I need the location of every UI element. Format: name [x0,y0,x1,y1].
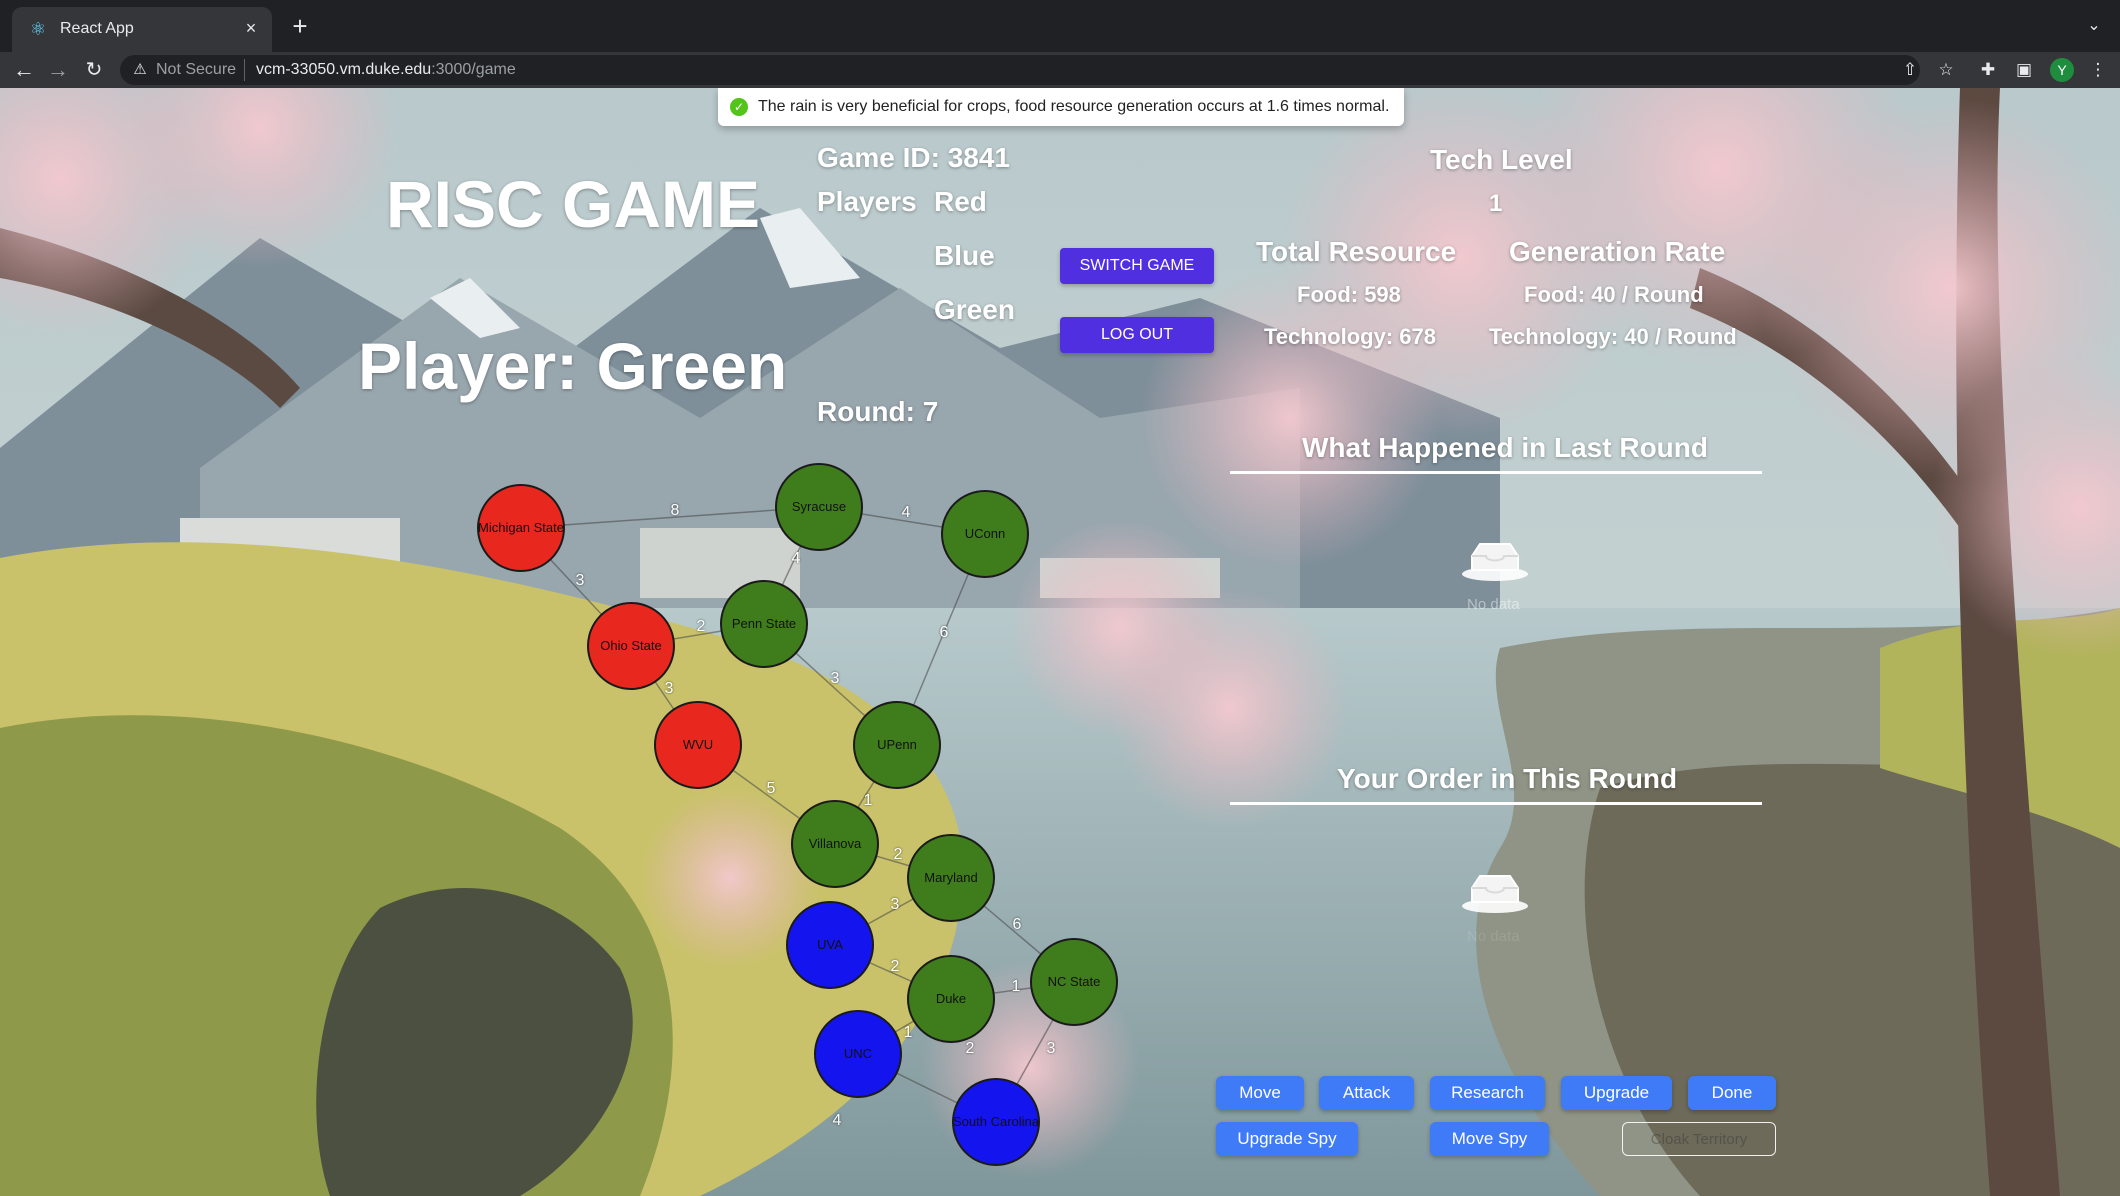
edge-cost-label: 6 [939,624,949,641]
url-path: :3000/game [431,61,516,78]
territory-upenn[interactable]: UPenn [853,701,941,789]
edge-cost-label: 2 [890,958,900,975]
research-button[interactable]: Research [1430,1076,1545,1110]
edge-cost-label: 3 [890,896,900,913]
move-spy-button[interactable]: Move Spy [1430,1122,1549,1156]
attack-button[interactable]: Attack [1319,1076,1414,1110]
side-panel-icon[interactable]: ▣ [2012,58,2036,82]
close-tab-icon[interactable]: × [240,17,262,39]
notification-toast: ✓ The rain is very beneficial for crops,… [718,88,1404,126]
game-page: 8 4 4 3 2 6 3 3 5 1 2 3 6 2 1 1 2 3 4 Michigan State Syracus… [0,88,2120,1196]
order-title: Your Order in This Round [1337,763,1678,794]
player-heading: Player: Green [358,329,788,403]
round-number: Round: 7 [817,396,939,427]
share-icon[interactable]: ⇧ [1898,58,1922,82]
edge-cost-label: 5 [766,780,776,797]
empty-inbox-icon [1462,875,1528,913]
url-separator [244,59,245,81]
last-round-divider [1230,471,1762,474]
territory-ohio-state[interactable]: Ohio State [587,602,675,690]
upgrade-spy-button[interactable]: Upgrade Spy [1216,1122,1358,1156]
order-divider [1230,802,1762,805]
edge-cost-label: 3 [664,680,674,697]
territory-south-carolina[interactable]: South Carolina [952,1078,1040,1166]
player-name-blue: Blue [934,240,995,271]
browser-toolbar: ← → ↻ ⚠ Not Secure vcm-33050.vm.duke.edu… [0,52,2120,88]
last-round-title: What Happened in Last Round [1302,432,1708,463]
player-name-green: Green [934,294,1015,325]
security-label: Not Secure [156,61,237,78]
edge-cost-label: 2 [696,618,706,635]
player-name-red: Red [934,186,987,217]
profile-avatar[interactable]: Y [2050,58,2074,82]
browser-tabbar: ⚛ React App × + ⌄ [0,0,2120,52]
territory-wvu[interactable]: WVU [654,701,742,789]
address-bar[interactable]: ⚠ Not Secure vcm-33050.vm.duke.edu:3000/… [120,55,1920,85]
done-button[interactable]: Done [1688,1076,1776,1110]
food-rate: Food: 40 / Round [1524,282,1704,307]
game-id: Game ID: 3841 [817,142,1010,173]
kebab-menu-icon[interactable]: ⋮ [2086,58,2110,82]
url-text: vcm-33050.vm.duke.edu:3000/game [256,61,516,79]
tech-level-value: 1 [1489,190,1503,217]
edge-cost-label: 8 [670,502,680,519]
edge-cost-label: 1 [1011,978,1021,995]
edge-cost-label: 6 [1012,916,1022,933]
empty-inbox-icon [1462,543,1528,581]
edge-cost-label: 4 [901,504,911,521]
edge-cost-label: 1 [903,1024,913,1041]
technology-rate: Technology: 40 / Round [1489,324,1737,349]
tab-title: React App [60,20,134,37]
orders-empty-text: No data [1467,928,1520,945]
switch-game-button[interactable]: SWITCH GAME [1060,248,1214,284]
upgrade-button[interactable]: Upgrade [1561,1076,1672,1110]
forward-arrow-icon[interactable]: → [44,56,72,84]
warning-triangle-icon: ⚠ [133,61,147,78]
territory-uconn[interactable]: UConn [941,490,1029,578]
total-resource-label: Total Resource [1256,236,1457,267]
reload-icon[interactable]: ↻ [80,56,108,84]
extensions-puzzle-icon[interactable]: ✚ [1976,58,2000,82]
game-title: RISC GAME [386,167,761,241]
edge-cost-label: 2 [893,846,903,863]
territory-duke[interactable]: Duke [907,955,995,1043]
browser-tab[interactable]: ⚛ React App × [12,7,272,52]
territory-uva[interactable]: UVA [786,901,874,989]
chevron-down-icon[interactable]: ⌄ [2082,14,2106,38]
food-total: Food: 598 [1297,282,1401,307]
star-icon[interactable]: ☆ [1934,58,1958,82]
react-icon: ⚛ [29,19,47,39]
edge-cost-label: 2 [965,1040,975,1057]
territory-michigan-state[interactable]: Michigan State [477,484,565,572]
tech-level-label: Tech Level [1430,144,1573,175]
territory-syracuse[interactable]: Syracuse [775,463,863,551]
logout-button[interactable]: LOG OUT [1060,317,1214,353]
players-label: Players [817,186,917,217]
move-button[interactable]: Move [1216,1076,1304,1110]
technology-total: Technology: 678 [1264,324,1436,349]
new-tab-icon[interactable]: + [286,12,314,40]
check-circle-icon: ✓ [730,98,748,116]
url-host: vcm-33050.vm.duke.edu [256,61,432,78]
last-round-empty-text: No data [1467,596,1520,613]
back-arrow-icon[interactable]: ← [10,56,38,84]
edge-cost-label: 4 [791,550,801,567]
edge-cost-label: 3 [830,670,840,687]
territory-nc-state[interactable]: NC State [1030,938,1118,1026]
cloak-territory-button[interactable]: Cloak Territory [1622,1122,1776,1156]
territory-villanova[interactable]: Villanova [791,800,879,888]
generation-rate-label: Generation Rate [1509,236,1726,267]
toast-message: The rain is very beneficial for crops, f… [758,98,1390,115]
edge-cost-label: 3 [1046,1040,1056,1057]
territory-penn-state[interactable]: Penn State [720,580,808,668]
territory-unc[interactable]: UNC [814,1010,902,1098]
edge-cost-label: 4 [832,1112,842,1129]
edge-cost-label: 1 [863,792,873,809]
territory-maryland[interactable]: Maryland [907,834,995,922]
edge-cost-label: 3 [575,572,585,589]
